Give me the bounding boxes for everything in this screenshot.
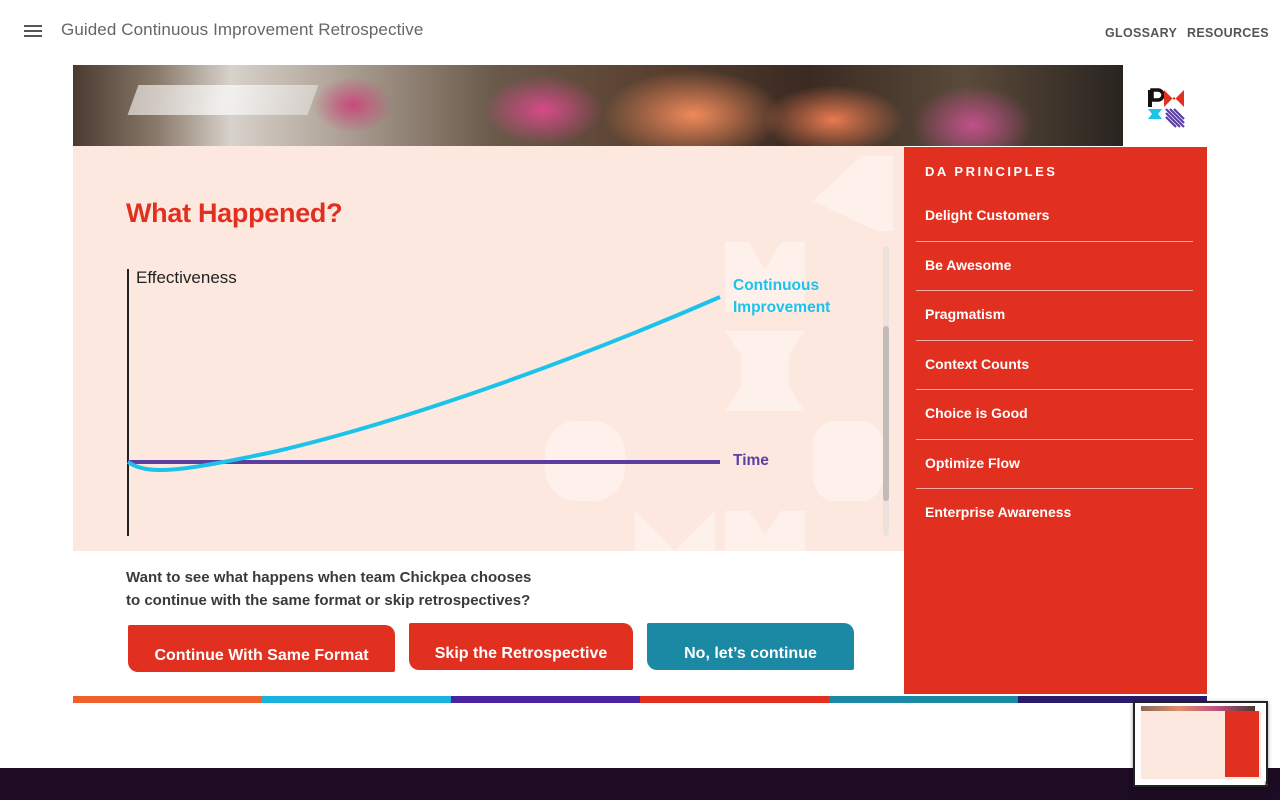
principle-enterprise-awareness[interactable]: Enterprise Awareness [916,489,1193,539]
sidebar-heading: DA PRINCIPLES [925,164,1058,179]
footer-bar [0,768,1280,800]
top-bar: Guided Continuous Improvement Retrospect… [0,0,1280,62]
resize-corner-icon[interactable]: ⌞ [1264,776,1278,790]
app-title: Guided Continuous Improvement Retrospect… [61,20,424,39]
series-label-continuous: Continuous [733,277,819,294]
principle-delight-customers[interactable]: Delight Customers [916,192,1193,242]
question-text: Want to see what happens when team Chick… [126,566,626,612]
no-continue-button[interactable]: No, let’s continue [647,623,854,670]
thumbnail-sidebar [1225,711,1259,777]
principle-pragmatism[interactable]: Pragmatism [916,291,1193,341]
y-axis-label: Effectiveness [136,268,237,287]
series-label-improvement: Improvement [733,299,830,316]
principle-choice-is-good[interactable]: Choice is Good [916,390,1193,440]
pmi-logo-icon [1148,88,1185,128]
color-stripe-orange [73,696,262,703]
banner-table-decoration [127,85,319,115]
effectiveness-chart: Effectiveness Continuous Improvement Tim… [126,268,830,536]
color-stripe-purple [451,696,640,703]
continue-same-format-button[interactable]: Continue With Same Format [128,625,395,672]
skip-retrospective-button[interactable]: Skip the Retrospective [409,623,633,670]
series-label-time: Time [733,452,769,469]
question-line-1: Want to see what happens when team Chick… [126,569,532,586]
question-line-2: to continue with the same format or skip… [126,592,531,609]
principle-be-awesome[interactable]: Be Awesome [916,242,1193,291]
hamburger-menu-icon[interactable] [24,25,42,39]
nav-resources-link[interactable]: RESOURCES [1187,26,1269,40]
nav-glossary-link[interactable]: GLOSSARY [1105,26,1177,40]
principle-optimize-flow[interactable]: Optimize Flow [916,440,1193,489]
banner-image [73,65,1123,146]
color-stripe-cyan [262,696,451,703]
color-stripe-teal [829,696,1018,703]
da-principles-sidebar: DA PRINCIPLES Delight Customers Be Aweso… [904,147,1207,694]
continuous-improvement-series-line [126,295,721,473]
principles-list: Delight Customers Be Awesome Pragmatism … [916,192,1193,539]
page-thumbnail-preview[interactable] [1133,701,1268,787]
color-stripe-red [640,696,829,703]
principle-context-counts[interactable]: Context Counts [916,341,1193,390]
